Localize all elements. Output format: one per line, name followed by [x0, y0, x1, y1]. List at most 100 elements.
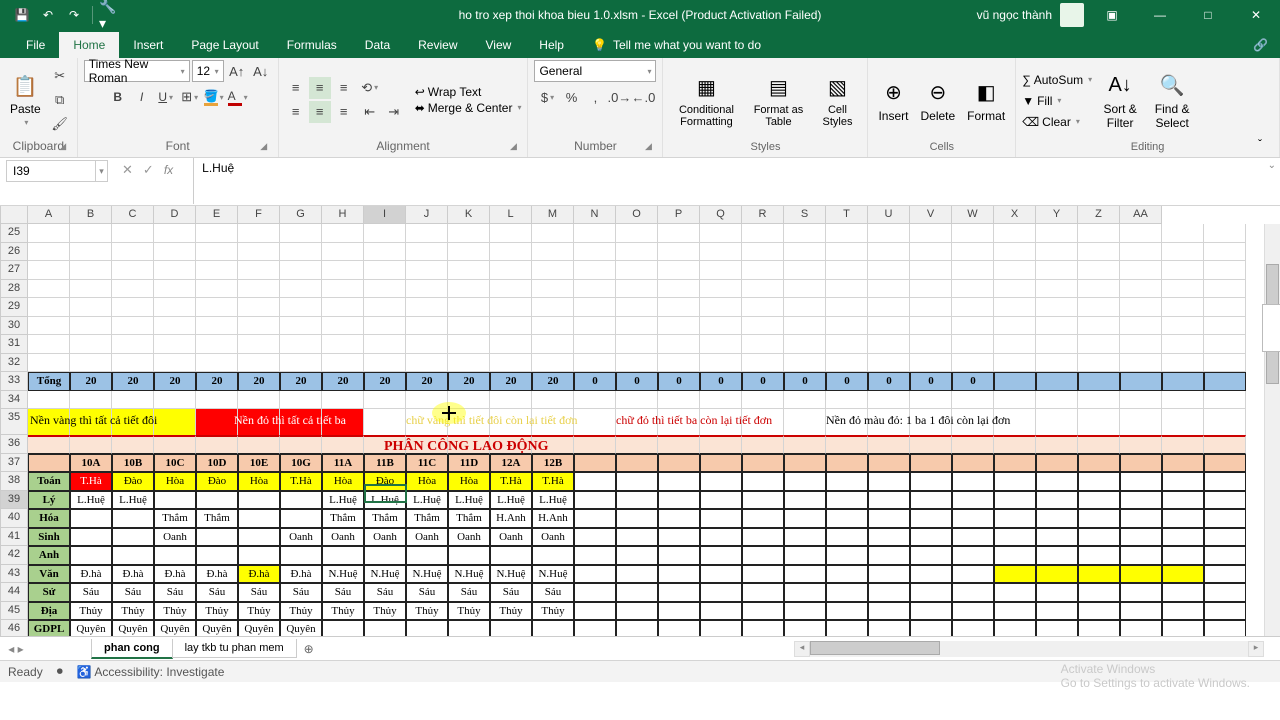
cell[interactable] [238, 280, 280, 299]
cell[interactable] [742, 509, 784, 528]
cell[interactable] [1036, 620, 1078, 636]
cell[interactable] [532, 224, 574, 243]
cell[interactable]: Thủy [406, 602, 448, 621]
cell[interactable] [1162, 372, 1204, 391]
cell[interactable] [1078, 583, 1120, 602]
col-header-Q[interactable]: Q [700, 206, 742, 224]
cell[interactable] [238, 391, 280, 410]
cell[interactable] [238, 354, 280, 373]
cell[interactable] [1078, 528, 1120, 547]
cell[interactable] [742, 546, 784, 565]
row-header-42[interactable]: 42 [0, 546, 28, 565]
spreadsheet-grid[interactable]: ABCDEFGHIJKLMNOPQRSTUVWXYZAA 25262728293… [0, 206, 1280, 636]
row-header-33[interactable]: 33 [0, 372, 28, 391]
cell[interactable]: Thủy [490, 602, 532, 621]
cell[interactable] [1162, 454, 1204, 473]
cell[interactable] [994, 546, 1036, 565]
cell[interactable] [238, 261, 280, 280]
cell[interactable] [952, 298, 994, 317]
cell[interactable] [280, 491, 322, 510]
cell[interactable] [1120, 583, 1162, 602]
cell[interactable] [1204, 472, 1246, 491]
cell[interactable] [112, 243, 154, 262]
cell[interactable] [1078, 409, 1120, 435]
percent-format-icon[interactable]: % [560, 86, 582, 108]
cell[interactable] [868, 354, 910, 373]
cell[interactable] [1036, 565, 1078, 584]
cell[interactable] [574, 354, 616, 373]
cell[interactable]: Sáu [280, 583, 322, 602]
cell[interactable] [574, 620, 616, 636]
cell[interactable] [742, 298, 784, 317]
cell[interactable] [1078, 565, 1120, 584]
cell[interactable] [994, 528, 1036, 547]
paste-button[interactable]: 📋 Paste ▾ [6, 70, 45, 129]
cell[interactable] [826, 454, 868, 473]
cell[interactable] [700, 602, 742, 621]
cell[interactable] [1120, 454, 1162, 473]
cell[interactable]: Lý [28, 491, 70, 510]
row-header-43[interactable]: 43 [0, 565, 28, 584]
cell[interactable] [700, 280, 742, 299]
cell[interactable] [1036, 472, 1078, 491]
cell[interactable] [658, 620, 700, 636]
cell[interactable] [28, 298, 70, 317]
cell[interactable] [826, 298, 868, 317]
cell[interactable]: Hòa [238, 472, 280, 491]
cell[interactable] [952, 509, 994, 528]
font-color-button[interactable]: A▾ [227, 86, 249, 108]
cell[interactable] [574, 583, 616, 602]
cell[interactable] [742, 335, 784, 354]
cell[interactable] [826, 565, 868, 584]
row-header-46[interactable]: 46 [0, 620, 28, 636]
cell[interactable] [826, 546, 868, 565]
cell[interactable] [868, 243, 910, 262]
row-header-38[interactable]: 38 [0, 472, 28, 491]
cell[interactable] [1036, 491, 1078, 510]
cell[interactable] [1078, 280, 1120, 299]
cell[interactable] [784, 546, 826, 565]
cell[interactable] [280, 261, 322, 280]
cell[interactable] [196, 261, 238, 280]
cell[interactable] [742, 472, 784, 491]
cell[interactable]: Oanh [154, 528, 196, 547]
cell[interactable] [154, 317, 196, 336]
cell[interactable] [826, 509, 868, 528]
cell[interactable] [742, 391, 784, 410]
cell[interactable]: 20 [112, 372, 154, 391]
cell[interactable] [952, 391, 994, 410]
share-icon[interactable]: 🔗 [1241, 32, 1280, 58]
cell[interactable] [490, 620, 532, 636]
cell[interactable] [826, 261, 868, 280]
cell[interactable]: Thủy [154, 602, 196, 621]
cell[interactable]: L.Huệ [322, 491, 364, 510]
cell[interactable] [952, 620, 994, 636]
cell[interactable]: 20 [238, 372, 280, 391]
sheet-tab-phan-cong[interactable]: phan cong [91, 639, 173, 659]
cell[interactable] [868, 528, 910, 547]
cell[interactable]: H.Anh [490, 509, 532, 528]
cell[interactable] [616, 243, 658, 262]
cell[interactable] [154, 546, 196, 565]
cell[interactable] [1120, 335, 1162, 354]
cell[interactable] [1036, 528, 1078, 547]
cell[interactable] [616, 565, 658, 584]
cell[interactable] [1120, 391, 1162, 410]
hscroll-right[interactable]: ▸ [1248, 641, 1264, 657]
row-header-32[interactable]: 32 [0, 354, 28, 373]
col-header-U[interactable]: U [868, 206, 910, 224]
align-right-icon[interactable]: ≡ [333, 101, 355, 123]
cell[interactable] [70, 546, 112, 565]
cell[interactable] [826, 224, 868, 243]
cell[interactable]: 0 [952, 372, 994, 391]
cell[interactable] [658, 280, 700, 299]
cell[interactable] [1036, 354, 1078, 373]
font-name-combo[interactable]: Times New Roman▾ [84, 60, 190, 82]
row-header-37[interactable]: 37 [0, 454, 28, 473]
cell[interactable] [196, 546, 238, 565]
cell[interactable] [784, 391, 826, 410]
cell[interactable] [1120, 243, 1162, 262]
align-center-icon[interactable]: ≡ [309, 101, 331, 123]
increase-indent-icon[interactable]: ⇥ [383, 101, 405, 123]
cell[interactable]: 10C [154, 454, 196, 473]
